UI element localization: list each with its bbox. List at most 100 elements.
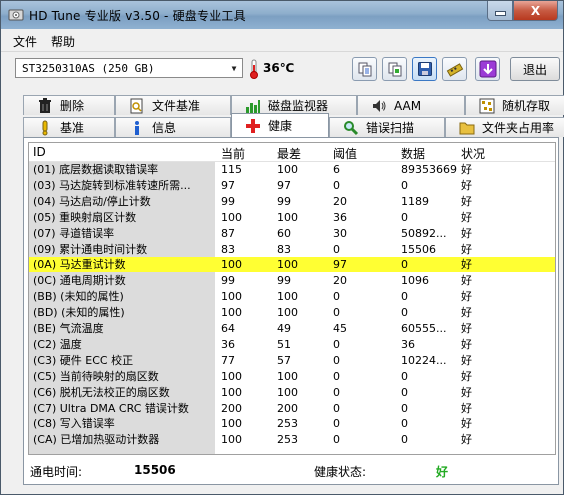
table-row[interactable]: (0A) 马达重试计数 100 100 97 0 好 bbox=[29, 257, 555, 273]
window-title: HD Tune 专业版 v3.50 - 硬盘专业工具 bbox=[29, 9, 246, 23]
cell-status: 好 bbox=[461, 163, 472, 176]
cell-threshold: 45 bbox=[333, 322, 347, 335]
health-cross-icon bbox=[246, 118, 260, 133]
minimize-button[interactable] bbox=[487, 1, 513, 21]
tab-health[interactable]: 健康 bbox=[231, 113, 329, 137]
tab-erase[interactable]: 删除 bbox=[23, 95, 115, 115]
cell-data: 0 bbox=[401, 433, 408, 447]
cell-worst: 57 bbox=[277, 353, 291, 367]
cell-status: 好 bbox=[461, 337, 472, 351]
folder-icon bbox=[459, 122, 475, 134]
cell-threshold: 20 bbox=[333, 274, 347, 288]
table-row[interactable]: (07) 寻道错误率 87 60 30 50892... 好 bbox=[29, 226, 555, 241]
cell-worst: 253 bbox=[277, 417, 298, 431]
tab-benchmark-label: 基准 bbox=[60, 121, 85, 135]
thermometer-icon bbox=[250, 59, 258, 79]
table-row[interactable]: (C6) 脱机无法校正的扇区数 100 100 0 0 好 bbox=[29, 385, 555, 400]
table-row[interactable]: (09) 累计通电时间计数 83 83 0 15506 好 bbox=[29, 242, 555, 257]
tab-folder-usage[interactable]: 文件夹占用率 bbox=[445, 117, 564, 137]
tab-aam[interactable]: AAM bbox=[357, 95, 465, 115]
tab-file-benchmark[interactable]: 文件基准 bbox=[115, 95, 231, 115]
random-access-icon bbox=[479, 98, 495, 113]
copy-text-button[interactable] bbox=[352, 57, 377, 81]
cell-status: 好 bbox=[461, 322, 472, 335]
cell-id: (CA) 已增加热驱动计数器 bbox=[33, 433, 160, 447]
cell-worst: 100 bbox=[277, 163, 298, 176]
title-bar[interactable]: HD Tune 专业版 v3.50 - 硬盘专业工具 X bbox=[1, 1, 563, 29]
cell-current: 100 bbox=[221, 306, 242, 320]
close-button[interactable]: X bbox=[513, 1, 558, 21]
cell-id: (BD) (未知的属性) bbox=[33, 306, 125, 320]
menu-help[interactable]: 帮助 bbox=[51, 33, 75, 50]
drive-select[interactable]: ST3250310AS (250 GB) ▼ bbox=[15, 58, 243, 78]
chevron-down-icon[interactable]: ▼ bbox=[226, 59, 242, 77]
cell-status: 好 bbox=[461, 274, 472, 288]
cell-threshold: 0 bbox=[333, 401, 340, 415]
col-header-id[interactable]: ID bbox=[33, 145, 46, 159]
cell-threshold: 0 bbox=[333, 369, 340, 383]
cell-threshold: 0 bbox=[333, 178, 340, 192]
table-row[interactable]: (C2) 温度 36 51 0 36 好 bbox=[29, 337, 555, 352]
cell-id: (09) 累计通电时间计数 bbox=[33, 242, 148, 256]
tab-disk-monitor[interactable]: 磁盘监视器 bbox=[231, 95, 357, 115]
cell-worst: 99 bbox=[277, 194, 291, 208]
table-row[interactable]: (BD) (未知的属性) 100 100 0 0 好 bbox=[29, 305, 555, 320]
table-row[interactable]: (C5) 当前待映射的扇区数 100 100 0 0 好 bbox=[29, 369, 555, 384]
table-row[interactable]: (C3) 硬件 ECC 校正 77 57 0 10224... 好 bbox=[29, 353, 555, 368]
col-header-worst[interactable]: 最差 bbox=[277, 145, 301, 162]
cell-worst: 97 bbox=[277, 178, 291, 192]
table-row[interactable]: (01) 底层数据读取错误率 115 100 6 89353669 好 bbox=[29, 162, 555, 177]
close-icon: X bbox=[530, 3, 541, 18]
tab-error-scan[interactable]: 错误扫描 bbox=[329, 117, 445, 137]
cell-data: 0 bbox=[401, 290, 408, 304]
exit-button[interactable]: 退出 bbox=[510, 57, 560, 81]
disk-monitor-icon bbox=[246, 99, 260, 113]
table-row[interactable]: (03) 马达旋转到标准转速所需... 97 97 0 0 好 bbox=[29, 178, 555, 193]
cell-status: 好 bbox=[461, 417, 472, 431]
col-header-data[interactable]: 数据 bbox=[401, 145, 425, 162]
health-status-label: 健康状态: bbox=[314, 465, 367, 479]
cell-id: (01) 底层数据读取错误率 bbox=[33, 163, 159, 176]
cell-worst: 100 bbox=[277, 369, 298, 383]
smart-table[interactable]: ID 当前 最差 阈值 数据 状况 (01) 底层数据读取错误率 115 100 6 8… bbox=[28, 142, 556, 455]
cell-data: 0 bbox=[401, 369, 408, 383]
options-button[interactable] bbox=[442, 57, 467, 81]
tab-info[interactable]: 信息 bbox=[115, 117, 231, 137]
cell-worst: 100 bbox=[277, 306, 298, 320]
cell-worst: 83 bbox=[277, 242, 291, 256]
save-button[interactable] bbox=[412, 57, 437, 81]
menu-file[interactable]: 文件 bbox=[13, 33, 37, 50]
tab-benchmark[interactable]: 基准 bbox=[23, 117, 115, 137]
table-row[interactable]: (05) 重映射扇区计数 100 100 36 0 好 bbox=[29, 210, 555, 225]
tab-info-label: 信息 bbox=[152, 121, 177, 135]
copy-screenshot-button[interactable] bbox=[382, 57, 407, 81]
download-button[interactable] bbox=[475, 57, 500, 81]
tab-random-access[interactable]: 随机存取 bbox=[465, 95, 564, 115]
table-row[interactable]: (C8) 写入错误率 100 253 0 0 好 bbox=[29, 416, 555, 431]
col-header-current[interactable]: 当前 bbox=[221, 145, 245, 162]
col-header-status[interactable]: 状况 bbox=[461, 145, 485, 162]
cell-data: 0 bbox=[401, 417, 408, 431]
cell-worst: 51 bbox=[277, 337, 291, 351]
cell-data: 0 bbox=[401, 401, 408, 415]
table-row[interactable]: (BB) (未知的属性) 100 100 0 0 好 bbox=[29, 289, 555, 304]
hd-tune-app-icon bbox=[8, 9, 24, 21]
cell-data: 89353669 bbox=[401, 163, 457, 176]
cell-id: (C7) Ultra DMA CRC 错误计数 bbox=[33, 401, 189, 415]
table-row[interactable]: (0C) 通电周期计数 99 99 20 1096 好 bbox=[29, 273, 555, 288]
col-header-threshold[interactable]: 阈值 bbox=[333, 145, 357, 162]
cell-worst: 100 bbox=[277, 258, 298, 272]
cell-data: 0 bbox=[401, 306, 408, 320]
benchmark-icon bbox=[42, 120, 48, 135]
table-row[interactable]: (BE) 气流温度 64 49 45 60555... 好 bbox=[29, 321, 555, 336]
tab-health-label: 健康 bbox=[268, 119, 293, 133]
trash-icon bbox=[39, 97, 51, 113]
file-benchmark-icon bbox=[130, 98, 143, 113]
cell-current: 87 bbox=[221, 226, 235, 240]
cell-worst: 100 bbox=[277, 290, 298, 304]
cell-data: 1096 bbox=[401, 274, 429, 288]
table-row[interactable]: (CA) 已增加热驱动计数器 100 253 0 0 好 bbox=[29, 432, 555, 447]
table-row[interactable]: (C7) Ultra DMA CRC 错误计数 200 200 0 0 好 bbox=[29, 401, 555, 416]
table-row[interactable]: (04) 马达启动/停止计数 99 99 20 1189 好 bbox=[29, 194, 555, 209]
cell-current: 100 bbox=[221, 290, 242, 304]
